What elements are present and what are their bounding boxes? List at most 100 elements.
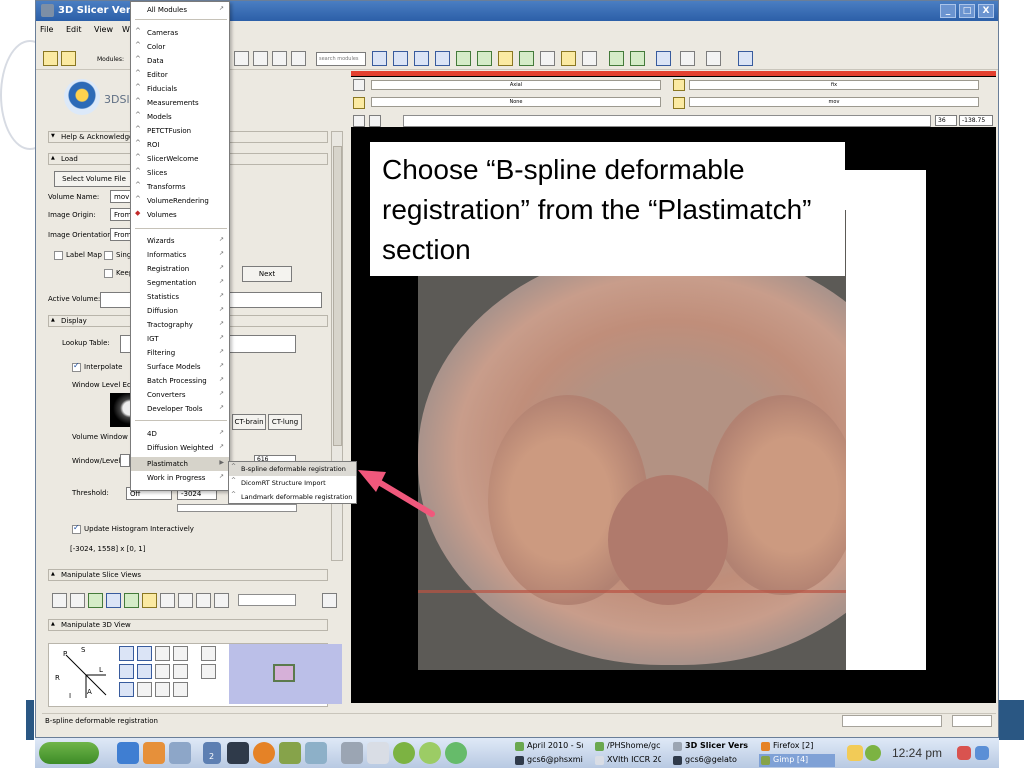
task-3d-slicer[interactable]: 3D Slicer Vers — [671, 740, 753, 753]
slice-offset-field[interactable]: -138.75 — [959, 115, 993, 126]
gimp-icon[interactable] — [279, 742, 301, 764]
view-pitch-icon[interactable] — [119, 646, 134, 661]
view-center-icon[interactable] — [119, 682, 134, 697]
menu-item-roi[interactable]: ^ ROI — [131, 138, 229, 152]
view-spin-icon[interactable] — [201, 664, 216, 679]
view-snapshot-icon[interactable] — [155, 682, 170, 697]
slice-compare-icon[interactable] — [196, 593, 211, 608]
visibility-icon[interactable] — [353, 115, 365, 127]
ct-lung-button[interactable]: CT-lung — [268, 414, 302, 430]
module-history-icon[interactable] — [61, 51, 76, 66]
menu-item-transforms[interactable]: ^ Transforms — [131, 180, 229, 194]
logout-tray-icon[interactable] — [957, 746, 971, 760]
home-folder-icon[interactable] — [143, 742, 165, 764]
volumes-icon[interactable] — [435, 51, 450, 66]
menu-item-petctfusion[interactable]: ^ PETCTFusion — [131, 124, 229, 138]
label-layer-icon[interactable] — [673, 97, 685, 109]
menu-item-surface-models[interactable]: Surface Models ↗ — [131, 360, 229, 374]
mouse-mode-icon[interactable] — [680, 51, 695, 66]
3d-view-thumbnail[interactable] — [229, 644, 342, 704]
submenu-item-dicomrt-import[interactable]: ^ DicomRT Structure Import — [229, 476, 356, 490]
launcher-browser-icon[interactable] — [117, 742, 139, 764]
menu-item-registration[interactable]: Registration ↗ — [131, 262, 229, 276]
menu-view[interactable]: View — [94, 25, 113, 34]
menu-item-batch-processing[interactable]: Batch Processing ↗ — [131, 374, 229, 388]
measurements-icon[interactable] — [540, 51, 555, 66]
ct-brain-button[interactable]: CT-brain — [232, 414, 266, 430]
layout-conventional-icon[interactable] — [656, 51, 671, 66]
task-gcs6-phsxmi[interactable]: gcs6@phsxmi — [513, 754, 583, 767]
slice-layout-icon[interactable] — [214, 593, 229, 608]
menu-item-slices[interactable]: ^ Slices — [131, 166, 229, 180]
expand-icon[interactable] — [369, 115, 381, 127]
orientation-select[interactable]: Axial — [371, 80, 661, 90]
notes-tray-icon[interactable] — [847, 745, 863, 761]
editor-app-icon[interactable] — [305, 742, 327, 764]
menu-item-tractography[interactable]: Tractography ↗ — [131, 318, 229, 332]
manipulate-slice-views-header[interactable]: Manipulate Slice Views — [48, 569, 328, 581]
menu-item-converters[interactable]: Converters ↗ — [131, 388, 229, 402]
transforms-icon[interactable] — [519, 51, 534, 66]
slice-offset-slider[interactable] — [403, 115, 931, 127]
fiducials-icon[interactable] — [477, 51, 492, 66]
minimize-button[interactable]: _ — [940, 4, 956, 18]
desktop-tray-icon[interactable] — [975, 746, 989, 760]
menu-item-models[interactable]: ^ Models — [131, 110, 229, 124]
menu-item-diffusion-weighted[interactable]: Diffusion Weighted ↗ — [131, 441, 229, 455]
slice-crosshair-icon[interactable] — [142, 593, 157, 608]
view-yaw-icon[interactable] — [119, 664, 134, 679]
workspace-switcher-icon[interactable]: 2 — [203, 742, 221, 764]
network-tray-icon[interactable] — [865, 745, 881, 761]
slice-annotation-icon[interactable] — [106, 593, 121, 608]
color-icon[interactable] — [561, 51, 576, 66]
slice-settings-icon[interactable] — [322, 593, 337, 608]
foreground-layer-icon[interactable] — [673, 79, 685, 91]
single-file-checkbox[interactable] — [104, 251, 113, 260]
data-icon[interactable] — [372, 51, 387, 66]
firefox-icon[interactable] — [253, 742, 275, 764]
module-search-icon[interactable] — [291, 51, 306, 66]
view-rock-icon[interactable] — [173, 682, 188, 697]
layout-one-icon[interactable] — [582, 51, 597, 66]
apple-icon[interactable] — [393, 742, 415, 764]
menu-item-all-modules[interactable]: All Modules ↗ — [131, 3, 229, 17]
pin-icon[interactable] — [353, 79, 365, 91]
xserver-icon[interactable] — [367, 742, 389, 764]
menu-item-statistics[interactable]: Statistics ↗ — [131, 290, 229, 304]
menu-item-measurements[interactable]: ^ Measurements — [131, 96, 229, 110]
menu-item-informatics[interactable]: Informatics ↗ — [131, 248, 229, 262]
menu-item-editor[interactable]: ^ Editor — [131, 68, 229, 82]
threshold-slider[interactable] — [177, 504, 297, 512]
menu-item-developer-tools[interactable]: Developer Tools ↗ — [131, 402, 229, 416]
slice-lightbox-icon[interactable] — [178, 593, 193, 608]
zoom-in-icon[interactable] — [173, 646, 188, 661]
slice-grid-icon[interactable] — [160, 593, 175, 608]
left-panel-scroll-thumb[interactable] — [333, 146, 342, 446]
task-gcs6-gelato[interactable]: gcs6@gelato — [671, 754, 753, 767]
task-firefox[interactable]: Firefox [2] — [759, 740, 835, 753]
editor-icon[interactable] — [498, 51, 513, 66]
layout-home-icon[interactable] — [393, 51, 408, 66]
menu-edit[interactable]: Edit — [66, 25, 82, 34]
menu-item-igt[interactable]: IGT ↗ — [131, 332, 229, 346]
layer-icon[interactable] — [353, 97, 365, 109]
task-phshome[interactable]: /PHShome/gc — [593, 740, 661, 753]
manipulate-3d-view-header[interactable]: Manipulate 3D View — [48, 619, 328, 631]
fiducial-place-icon[interactable] — [706, 51, 721, 66]
slice-index-field[interactable]: 36 — [935, 115, 957, 126]
settings-icon[interactable] — [169, 742, 191, 764]
menu-item-color[interactable]: ^ Color — [131, 40, 229, 54]
menu-item-slicerwelcome[interactable]: ^ SlicerWelcome — [131, 152, 229, 166]
redo-icon[interactable] — [630, 51, 645, 66]
slice-opacity-slider[interactable] — [238, 594, 296, 606]
start-menu-icon[interactable] — [39, 742, 99, 764]
menu-item-plastimatch[interactable]: Plastimatch ▶ — [131, 457, 229, 471]
task-iccr[interactable]: XVIth ICCR 20 — [593, 754, 661, 767]
slice-link-icon[interactable] — [70, 593, 85, 608]
menu-item-fiducials[interactable]: ^ Fiducials — [131, 82, 229, 96]
view-stereo-icon[interactable] — [201, 646, 216, 661]
update-histogram-checkbox[interactable] — [72, 523, 81, 534]
next-module-icon[interactable] — [253, 51, 268, 66]
task-gimp[interactable]: Gimp [4] — [759, 754, 835, 767]
menu-item-diffusion[interactable]: Diffusion ↗ — [131, 304, 229, 318]
